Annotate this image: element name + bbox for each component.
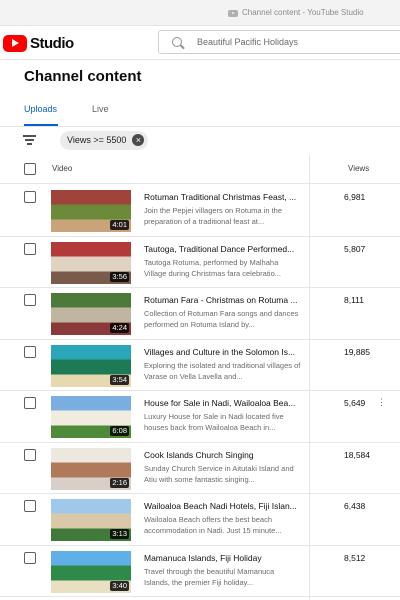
video-thumbnail[interactable]: 4:24 [51, 293, 131, 335]
video-title[interactable]: Tautoga, Traditional Dance Performed... [144, 244, 302, 254]
video-thumbnail[interactable]: 4:01 [51, 190, 131, 232]
table-header: Video Views [0, 155, 400, 184]
table-row[interactable]: 4:24 Rotuman Fara - Christmas on Rotuma … [0, 288, 400, 340]
video-views: 6,438 [344, 501, 366, 511]
select-all-checkbox[interactable] [24, 163, 36, 175]
row-checkbox[interactable] [24, 500, 36, 512]
video-description: Travel through the beautiful Mamanuca Is… [144, 566, 275, 587]
video-duration: 4:24 [110, 323, 129, 333]
youtube-favicon-icon [228, 10, 238, 17]
video-description: Wailoaloa Beach offers the best beach ac… [144, 515, 282, 535]
table-row[interactable]: 3:13 Wailoaloa Beach Nadi Hotels, Fiji I… [0, 494, 400, 546]
video-duration: 2:16 [110, 477, 129, 488]
video-thumbnail[interactable]: 3:13 [51, 499, 131, 541]
filter-icon[interactable] [23, 135, 36, 145]
video-duration: 3:54 [110, 374, 129, 385]
video-thumbnail[interactable]: 2:16 [51, 447, 131, 490]
video-description: Luxury House for Sale in Nadi located fi… [144, 412, 284, 432]
video-views: 19,885 [344, 346, 370, 357]
row-checkbox[interactable] [24, 191, 36, 203]
table-row[interactable]: 3:56 Tautoga, Traditional Dance Performe… [0, 237, 400, 288]
video-views: 6,981 [344, 192, 366, 202]
logo-text: Studio [30, 34, 74, 52]
search-icon [172, 37, 182, 47]
video-description: Collection of Rotuman Fara songs and dan… [144, 309, 299, 329]
video-thumbnail[interactable]: 6:08 [51, 396, 131, 438]
video-description: Tautoga Rotuma, performed by Malhaha Vil… [144, 257, 282, 278]
video-duration: 3:56 [110, 271, 129, 282]
row-checkbox[interactable] [24, 551, 36, 564]
table-row[interactable]: 2:16 Cook Islands Church Singing Sunday … [0, 443, 400, 494]
video-views: 5,807 [344, 243, 366, 254]
video-list: 4:01 Rotuman Traditional Christmas Feast… [0, 185, 400, 597]
table-row[interactable]: 3:40 Mamanuca Islands, Fiji Holiday Trav… [0, 546, 400, 597]
tabs-divider [0, 126, 400, 127]
video-title[interactable]: House for Sale in Nadi, Wailoaloa Bea... [144, 398, 302, 408]
video-title[interactable]: Cook Islands Church Singing [144, 450, 302, 460]
video-description: Exploring the isolated and traditional v… [144, 360, 301, 381]
video-views: 18,584 [344, 449, 370, 460]
row-checkbox[interactable] [24, 242, 36, 255]
column-header-video: Video [52, 164, 73, 173]
video-title[interactable]: Villages and Culture in the Solomon Is..… [144, 347, 302, 357]
video-title[interactable]: Rotuman Fara - Christmas on Rotuma ... [144, 295, 302, 305]
close-icon[interactable]: × [132, 134, 145, 146]
studio-header: Studio Beautiful Pacific Holidays [0, 26, 400, 60]
video-duration: 3:13 [110, 529, 129, 539]
page-title: Channel content [24, 68, 142, 85]
table-row[interactable]: 3:54 Villages and Culture in the Solomon… [0, 340, 400, 391]
video-duration: 4:01 [110, 220, 129, 230]
video-title[interactable]: Mamanuca Islands, Fiji Holiday [144, 553, 302, 563]
video-views: 8,512 [344, 552, 366, 563]
video-views: 5,649 [344, 398, 366, 408]
video-duration: 3:40 [110, 580, 129, 591]
search-query[interactable]: Beautiful Pacific Holidays [197, 37, 298, 47]
filter-chip-label: Views >= 5500 [67, 135, 127, 145]
row-checkbox[interactable] [24, 397, 36, 409]
window-title-bar: Channel content - YouTube Studio [0, 0, 400, 26]
column-header-views[interactable]: Views [348, 164, 369, 173]
row-checkbox[interactable] [24, 448, 36, 461]
row-checkbox[interactable] [24, 345, 36, 358]
video-description: Sunday Church Service in Aitutaki Island… [144, 463, 294, 484]
window-title: Channel content - YouTube Studio [242, 8, 364, 17]
youtube-logo-icon [3, 34, 27, 52]
row-menu-icon[interactable]: ⋮ [377, 397, 386, 408]
table-row[interactable]: 4:01 Rotuman Traditional Christmas Feast… [0, 185, 400, 237]
row-checkbox[interactable] [24, 294, 36, 306]
video-views: 8,111 [344, 295, 365, 305]
video-thumbnail[interactable]: 3:56 [51, 241, 131, 284]
table-row[interactable]: 6:08 House for Sale in Nadi, Wailoaloa B… [0, 391, 400, 443]
filter-chip[interactable]: Views >= 5500 × [60, 131, 149, 150]
search-input[interactable]: Beautiful Pacific Holidays [158, 30, 400, 54]
content-tabs: Uploads Live [0, 96, 400, 126]
video-thumbnail[interactable]: 3:40 [51, 550, 131, 593]
youtube-studio-logo[interactable]: Studio [3, 34, 74, 52]
video-description: Join the Pepjei villagers on Rotuma in t… [144, 206, 282, 226]
tab-live[interactable]: Live [92, 104, 109, 114]
video-thumbnail[interactable]: 3:54 [51, 344, 131, 387]
tab-uploads[interactable]: Uploads [24, 104, 57, 114]
video-title[interactable]: Rotuman Traditional Christmas Feast, ... [144, 192, 302, 202]
video-title[interactable]: Wailoaloa Beach Nadi Hotels, Fiji Islan.… [144, 501, 302, 511]
video-duration: 6:08 [110, 426, 129, 436]
